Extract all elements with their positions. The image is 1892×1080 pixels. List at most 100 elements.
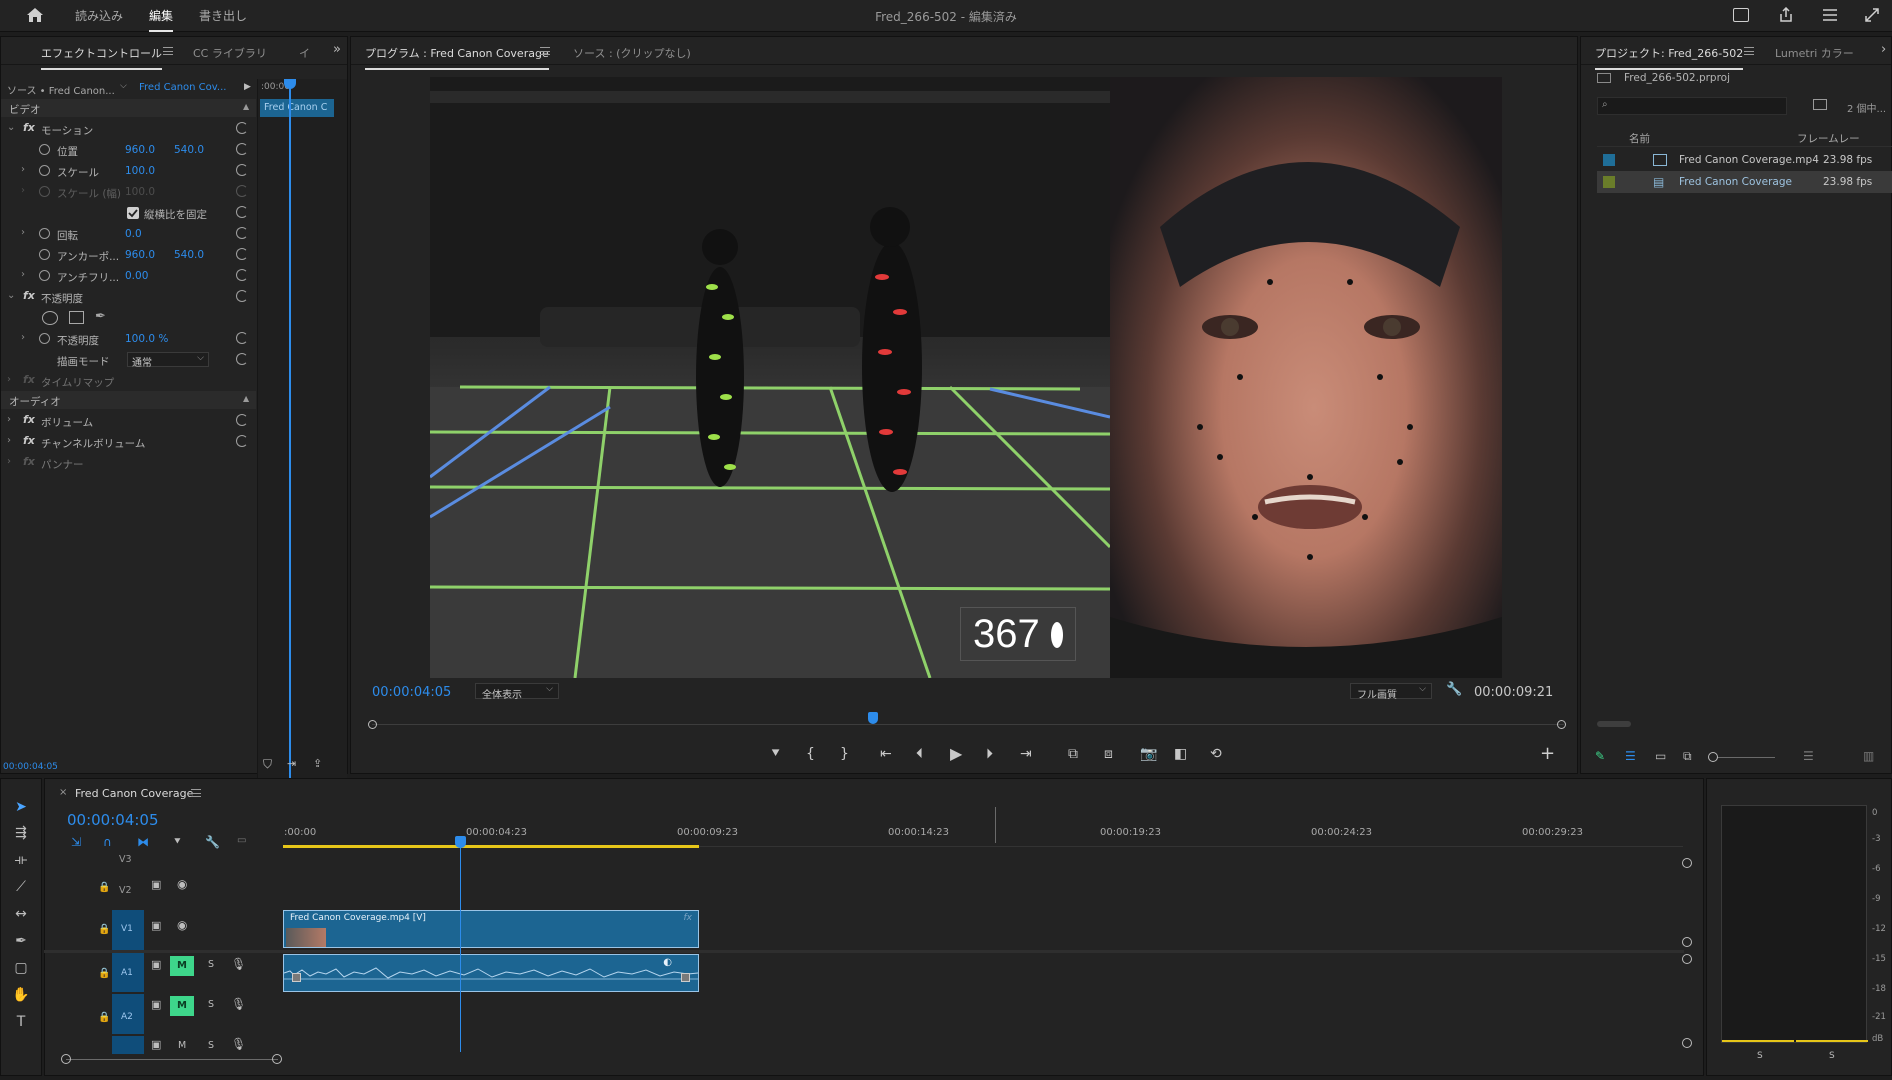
- motion-row[interactable]: ⌄ fx モーション: [1, 119, 256, 139]
- pencil-icon[interactable]: ✎: [1595, 749, 1605, 763]
- camera-icon[interactable]: 📷: [1140, 746, 1157, 762]
- snap-magnet-icon[interactable]: ∩: [103, 835, 112, 849]
- fx-icon[interactable]: fx: [23, 434, 35, 447]
- more-tabs-icon[interactable]: »: [333, 42, 341, 57]
- anchor-y-value[interactable]: 540.0: [174, 249, 204, 261]
- antiflicker-value[interactable]: 0.00: [125, 270, 148, 282]
- expand-chevron-icon[interactable]: ›: [21, 227, 25, 238]
- mute-toggle[interactable]: M: [170, 956, 194, 976]
- play-only-icon[interactable]: ▶: [244, 82, 251, 92]
- icon-view-icon[interactable]: ▭: [1655, 749, 1666, 763]
- expand-chevron-icon[interactable]: ›: [21, 164, 25, 175]
- reset-icon[interactable]: [236, 227, 248, 239]
- lock-icon[interactable]: 🔒: [98, 968, 110, 979]
- solo-toggle[interactable]: S: [208, 1040, 214, 1051]
- solo-toggle[interactable]: S: [208, 999, 214, 1010]
- comparison-view-icon[interactable]: ◧: [1174, 746, 1187, 762]
- stopwatch-icon[interactable]: [39, 165, 50, 176]
- button-editor-plus-icon[interactable]: +: [1540, 743, 1555, 764]
- new-search-bin-icon[interactable]: [1813, 99, 1827, 110]
- add-marker-icon[interactable]: ⯆: [173, 835, 182, 849]
- program-scrubber[interactable]: [368, 712, 1566, 729]
- mute-toggle[interactable]: M: [170, 996, 194, 1016]
- nest-icon[interactable]: ⇲: [71, 835, 81, 849]
- mute-toggle[interactable]: M: [178, 1040, 186, 1051]
- fx-icon[interactable]: fx: [23, 413, 35, 426]
- vertical-zoom-handle[interactable]: [1682, 1038, 1692, 1048]
- collapse-up-icon[interactable]: ▲: [243, 102, 249, 111]
- opacity-group-row[interactable]: ⌄ fx 不透明度: [1, 287, 256, 307]
- video-frame-face-camera[interactable]: [1110, 77, 1502, 678]
- stopwatch-icon[interactable]: [39, 144, 50, 155]
- microphone-icon[interactable]: 🎙: [231, 1037, 246, 1051]
- ellipse-mask-icon[interactable]: [42, 311, 58, 325]
- scroll-end-handle[interactable]: [272, 1054, 282, 1064]
- step-forward-icon[interactable]: ⏵: [986, 746, 993, 762]
- selection-tool-icon[interactable]: ➤: [11, 799, 31, 819]
- settings-wrench-icon[interactable]: 🔧: [1446, 682, 1462, 697]
- keyframe-icon[interactable]: [292, 973, 301, 982]
- rectangle-mask-icon[interactable]: [69, 311, 84, 324]
- quality-dropdown[interactable]: フル画質 ⌵: [1350, 683, 1432, 701]
- tab-lumetri[interactable]: Lumetri カラー: [1775, 45, 1854, 61]
- label-color-swatch[interactable]: [1603, 154, 1615, 166]
- tab-source[interactable]: ソース : (クリップなし): [573, 45, 691, 61]
- expand-chevron-icon[interactable]: ›: [21, 332, 25, 343]
- linked-selection-icon[interactable]: ⧓: [137, 835, 149, 849]
- track-target-v1[interactable]: V1: [112, 910, 144, 950]
- list-view-icon[interactable]: ☰: [1625, 749, 1636, 763]
- scroll-start-handle[interactable]: [61, 1054, 71, 1064]
- lock-icon[interactable]: 🔒: [98, 1012, 110, 1023]
- reset-icon[interactable]: [236, 269, 248, 281]
- time-remap-row[interactable]: › fx タイムリマップ: [1, 371, 256, 391]
- work-area-bar[interactable]: [283, 845, 699, 848]
- ec-clip-bar[interactable]: Fred Canon C: [260, 99, 334, 117]
- panel-menu-icon[interactable]: [191, 789, 201, 797]
- zoom-dropdown[interactable]: 全体表示 ⌵: [475, 683, 559, 701]
- toggle-sync-lock-icon[interactable]: ▣: [151, 958, 161, 971]
- tab-program[interactable]: プログラム : Fred Canon Coverage: [365, 45, 549, 70]
- fullscreen-icon[interactable]: [1864, 7, 1880, 23]
- rectangle-tool-icon[interactable]: ▢: [11, 960, 31, 980]
- reset-icon[interactable]: [236, 290, 248, 302]
- track-target-a1[interactable]: A1: [112, 952, 144, 992]
- go-to-out-icon[interactable]: ⇥: [1020, 746, 1032, 762]
- project-scrollbar[interactable]: [1597, 721, 1631, 727]
- video-section-header[interactable]: ビデオ ▲: [1, 99, 256, 117]
- tab-project[interactable]: プロジェクト: Fred_266-502: [1595, 45, 1744, 70]
- panel-menu-icon[interactable]: [163, 47, 173, 55]
- go-to-clip-icon[interactable]: ⇥: [287, 757, 296, 770]
- position-y-value[interactable]: 540.0: [174, 144, 204, 156]
- timeline-playhead-marker[interactable]: [455, 836, 466, 848]
- timeline-playhead-line[interactable]: [460, 840, 461, 1052]
- expand-chevron-icon[interactable]: ›: [7, 435, 11, 446]
- slider-handle[interactable]: [1708, 752, 1718, 762]
- mark-in-icon[interactable]: {: [806, 746, 815, 762]
- quick-export-icon[interactable]: [1733, 8, 1749, 22]
- reset-icon[interactable]: [236, 122, 248, 134]
- filter-icon[interactable]: ⛉: [263, 757, 272, 772]
- microphone-icon[interactable]: 🎙: [231, 957, 246, 971]
- timeline-timecode[interactable]: 00:00:04:05: [67, 811, 159, 829]
- toggle-sync-lock-icon[interactable]: ▣: [151, 919, 161, 932]
- video-audio-divider[interactable]: [44, 950, 1684, 953]
- source-dropdown-icon[interactable]: ⌵: [120, 81, 127, 91]
- reset-icon[interactable]: [236, 164, 248, 176]
- keyframe-icon[interactable]: [681, 973, 690, 982]
- scrubber-end-handle[interactable]: [1557, 720, 1566, 729]
- blend-mode-dropdown[interactable]: 通常 ⌵: [127, 352, 209, 369]
- workspaces-menu-icon[interactable]: [1822, 8, 1838, 22]
- type-tool-icon[interactable]: T: [11, 1014, 31, 1034]
- stopwatch-icon[interactable]: [39, 249, 50, 260]
- expand-chevron-icon[interactable]: ›: [7, 374, 11, 385]
- project-item-row[interactable]: ▤ Fred Canon Coverage 23.98 fps: [1597, 171, 1892, 193]
- mark-out-icon[interactable]: }: [840, 746, 849, 762]
- program-timecode[interactable]: 00:00:04:05: [372, 685, 451, 700]
- share-icon[interactable]: [1778, 6, 1794, 23]
- tab-overflow[interactable]: イ: [299, 45, 310, 61]
- hand-tool-icon[interactable]: ✋: [11, 987, 31, 1007]
- tab-cc-libraries[interactable]: CC ライブラリ: [193, 45, 267, 61]
- tab-effect-controls[interactable]: エフェクトコントロール: [41, 45, 162, 70]
- reset-icon[interactable]: [236, 248, 248, 260]
- volume-row[interactable]: › fx ボリューム: [1, 411, 256, 431]
